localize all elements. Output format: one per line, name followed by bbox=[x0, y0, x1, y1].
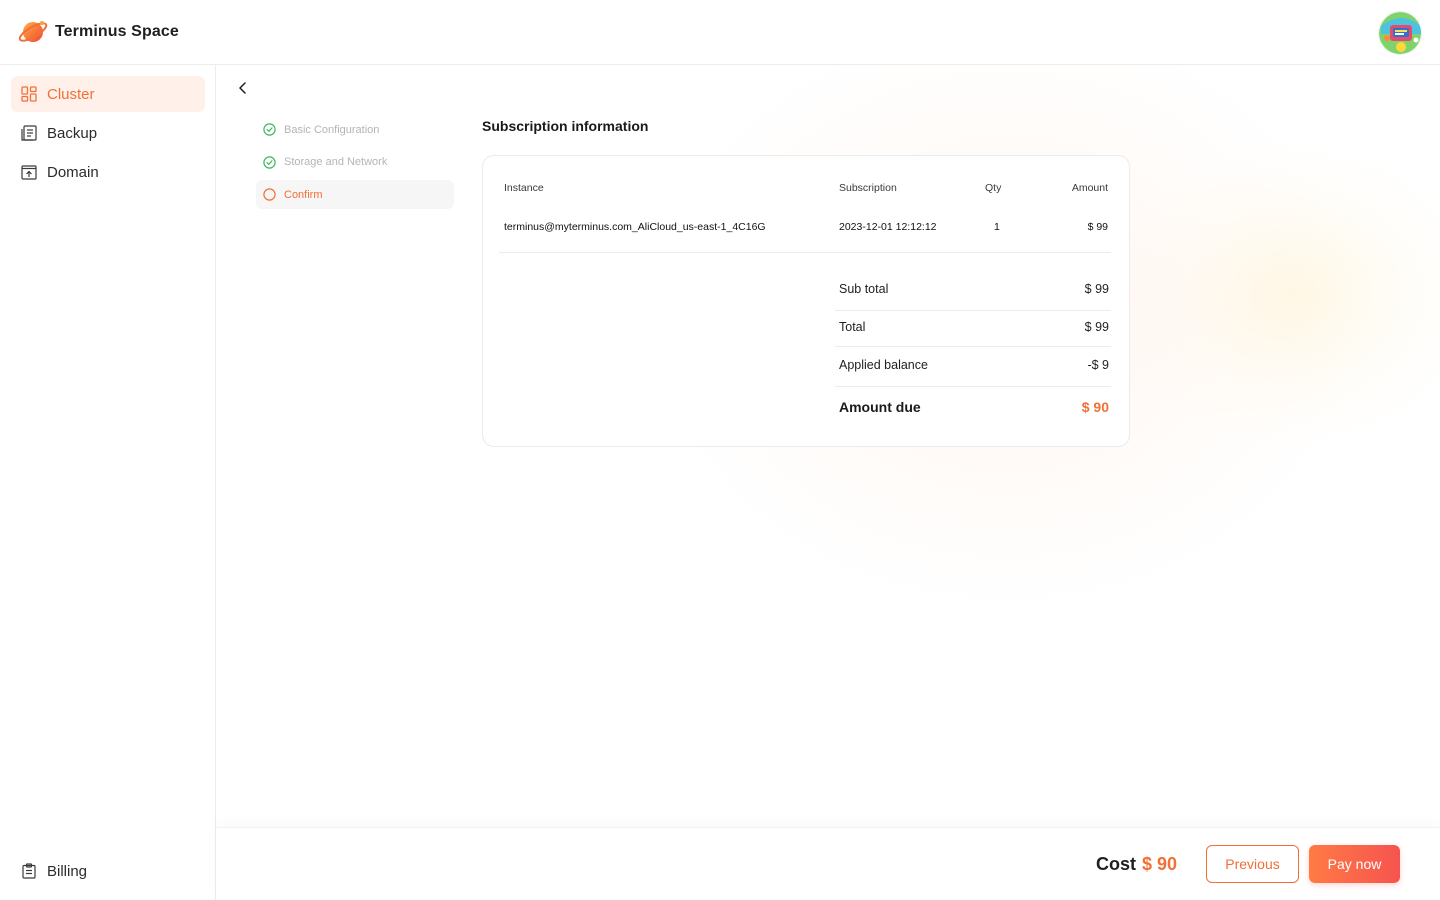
cell-qty: 1 bbox=[994, 221, 1000, 233]
circle-icon bbox=[263, 188, 276, 201]
domain-icon bbox=[20, 163, 38, 181]
divider bbox=[835, 310, 1111, 311]
summary-label: Applied balance bbox=[839, 358, 928, 372]
previous-button[interactable]: Previous bbox=[1206, 845, 1299, 883]
summary-row-subtotal: Sub total $ 99 bbox=[835, 282, 1111, 320]
cell-subscription: 2023-12-01 12:12:12 bbox=[839, 221, 937, 233]
step-label: Confirm bbox=[284, 188, 323, 201]
column-header-subscription: Subscription bbox=[839, 182, 897, 194]
cost-value: $ 90 bbox=[1142, 854, 1178, 874]
sidebar-item-label: Backup bbox=[47, 124, 98, 142]
sidebar-item-domain[interactable]: Domain bbox=[11, 154, 205, 190]
sidebar-item-billing[interactable]: Billing bbox=[11, 853, 205, 889]
step-label: Storage and Network bbox=[284, 156, 388, 168]
amount-due-value: $ 90 bbox=[1081, 399, 1109, 415]
sidebar: Cluster Backup Domain Billing bbox=[0, 65, 216, 900]
summary-row-total: Total $ 99 bbox=[835, 320, 1111, 358]
column-header-qty: Qty bbox=[985, 182, 1002, 194]
column-header-instance: Instance bbox=[504, 182, 544, 194]
sidebar-item-label: Billing bbox=[47, 862, 88, 880]
avatar[interactable] bbox=[1378, 11, 1422, 55]
step-label: Basic Configuration bbox=[284, 123, 380, 136]
top-bar: Terminus Space bbox=[0, 0, 1440, 65]
brand-name: Terminus Space bbox=[55, 23, 179, 40]
check-circle-icon bbox=[263, 155, 276, 169]
terminus-logo-icon bbox=[17, 16, 49, 48]
column-header-amount: Amount bbox=[1071, 182, 1108, 194]
sidebar-item-backup[interactable]: Backup bbox=[11, 115, 205, 151]
section-title: Subscription information bbox=[482, 118, 649, 134]
summary-row-applied-balance: Applied balance -$ 9 bbox=[835, 358, 1111, 396]
divider bbox=[835, 346, 1111, 347]
summary-value: $ 99 bbox=[1084, 320, 1109, 334]
step-basic-configuration[interactable]: Basic Configuration bbox=[256, 115, 454, 144]
divider bbox=[499, 252, 1111, 253]
amount-due-label: Amount due bbox=[839, 399, 921, 415]
cell-amount: $ 99 bbox=[1087, 221, 1108, 233]
chevron-left-icon bbox=[236, 81, 250, 100]
stepper: Basic Configuration Storage and Network … bbox=[256, 115, 454, 213]
check-circle-icon bbox=[263, 123, 276, 136]
divider bbox=[835, 386, 1111, 387]
billing-icon bbox=[20, 862, 38, 880]
back-button[interactable] bbox=[232, 79, 254, 101]
summary-label: Sub total bbox=[839, 282, 889, 296]
summary-value: $ 99 bbox=[1084, 282, 1109, 296]
backup-icon bbox=[20, 124, 38, 142]
cluster-icon bbox=[20, 85, 38, 103]
subscription-card: Instance Subscription Qty Amount terminu… bbox=[482, 155, 1130, 447]
brand[interactable]: Terminus Space bbox=[17, 16, 179, 48]
sidebar-item-label: Domain bbox=[47, 163, 99, 181]
footer-bar: Cost $ 90 Previous Pay now bbox=[216, 827, 1440, 900]
step-confirm[interactable]: Confirm bbox=[256, 180, 454, 209]
sidebar-item-cluster[interactable]: Cluster bbox=[11, 76, 205, 112]
step-storage-and-network[interactable]: Storage and Network bbox=[256, 148, 454, 177]
summary-value: -$ 9 bbox=[1087, 358, 1109, 372]
sidebar-item-label: Cluster bbox=[47, 85, 95, 103]
cost-label: Cost bbox=[1096, 854, 1136, 874]
cell-instance: terminus@myterminus.com_AliCloud_us-east… bbox=[504, 221, 766, 233]
main-content: Basic Configuration Storage and Network … bbox=[216, 65, 1440, 827]
summary-label: Total bbox=[839, 320, 866, 334]
pay-now-button[interactable]: Pay now bbox=[1309, 845, 1400, 883]
